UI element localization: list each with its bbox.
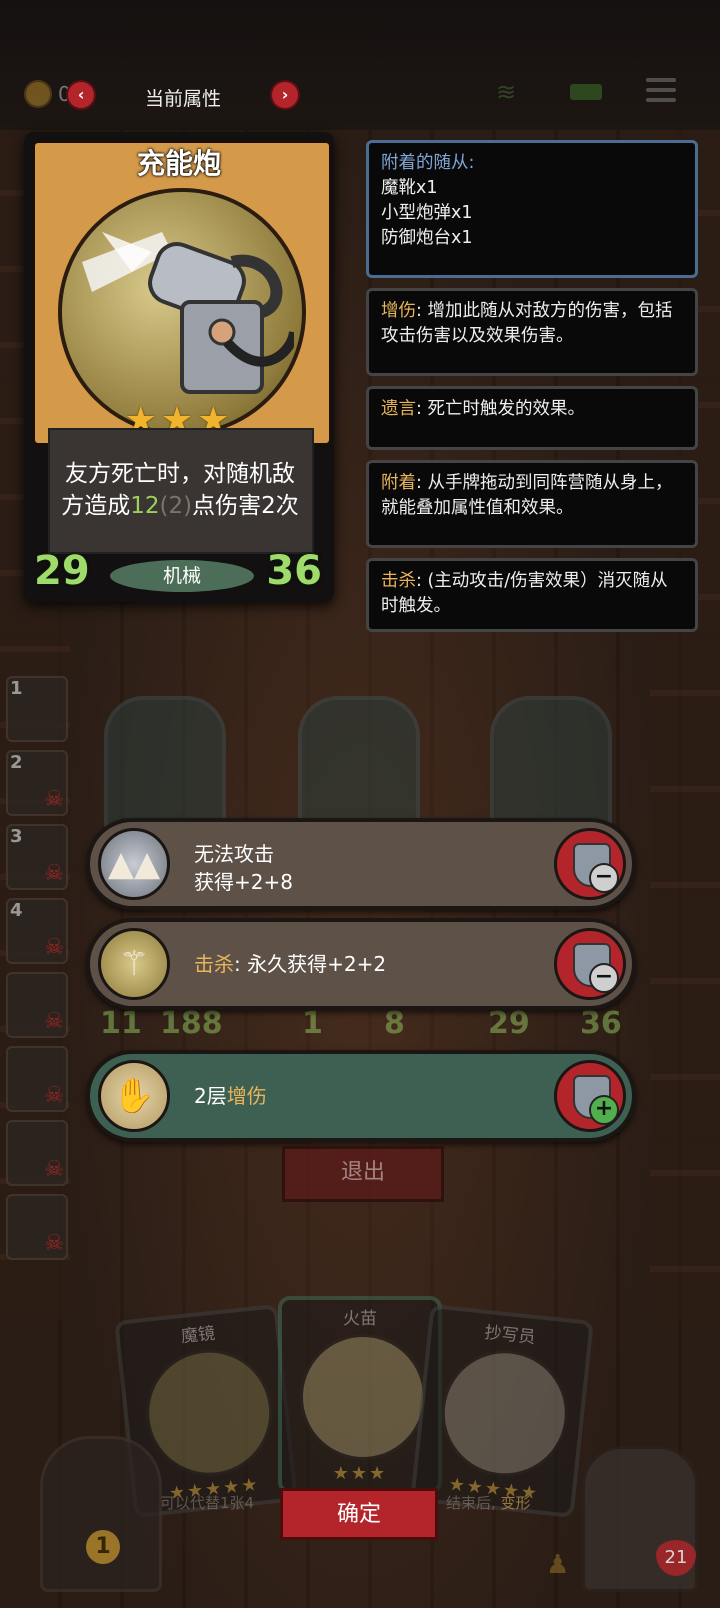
attached-item: 小型炮弹x1 [381, 203, 473, 223]
menu-icon[interactable] [646, 78, 676, 104]
keyword-panel-attach: 附着: 从手牌拖动到同阵营随从身上，就能叠加属性值和效果。 [366, 460, 698, 548]
deck-count: 1 [86, 1530, 120, 1564]
coin-icon [24, 80, 52, 108]
opponent-slot[interactable]: ☠ [6, 972, 68, 1038]
flame-hand-icon: ✋ [98, 1060, 170, 1132]
effect-text: 2层增伤 [194, 1084, 267, 1108]
skull-icon: ☠ [44, 1083, 64, 1108]
opponent-slot[interactable]: 3 ☠ [6, 824, 68, 890]
opponent-slot[interactable]: 2 ☠ [6, 750, 68, 816]
prev-button[interactable]: ‹ [68, 82, 94, 108]
effect-row: ⚚ 击杀: 永久获得+2+2 − [86, 918, 636, 1010]
add-effect-button[interactable]: + [554, 1060, 626, 1132]
effect-text: 击杀: 永久获得+2+2 [194, 952, 387, 976]
spikes-icon: ▲▲ [98, 828, 170, 900]
board-minion [104, 696, 226, 834]
remove-effect-button[interactable]: − [554, 928, 626, 1000]
skull-icon: ☠ [44, 787, 64, 812]
hand-card-note: 可以代替1张4 [160, 1494, 255, 1512]
board-stat: 1 [302, 1006, 323, 1041]
effect-row: ✋ 2层增伤 + [86, 1050, 636, 1142]
effect-text: 无法攻击 获得+2+8 [194, 842, 293, 894]
board-stat: 188 [160, 1006, 223, 1041]
hand-card-note: 结束后, 变形 [446, 1494, 531, 1512]
attached-item: 魔靴x1 [381, 178, 438, 198]
unit-card: 充能炮 ★★★ 友方死亡时，对随机敌方造成12(2)点伤害2次 29 机械 36 [24, 132, 334, 602]
attached-title: 附着的随从: [381, 153, 475, 173]
card-art [435, 1344, 575, 1483]
opponent-slot[interactable]: ☠ [6, 1120, 68, 1186]
skull-icon: ☠ [44, 1009, 64, 1034]
board-stat: 29 [488, 1006, 530, 1041]
skull-icon: ☠ [44, 935, 64, 960]
confirm-button[interactable]: 确定 [280, 1488, 438, 1540]
opponent-slot[interactable]: 1 [6, 676, 68, 742]
card-description: 友方死亡时，对随机敌方造成12(2)点伤害2次 [61, 461, 299, 519]
effect-row: ▲▲ 无法攻击 获得+2+8 − [86, 818, 636, 910]
board-stat: 8 [384, 1006, 405, 1041]
skull-icon: ☠ [44, 1157, 64, 1182]
card-art [139, 1343, 279, 1482]
exit-button[interactable]: 退出 [282, 1146, 444, 1202]
tribe-badge: 机械 [110, 560, 254, 592]
card-name: 充能炮 [136, 147, 221, 180]
minus-icon: − [589, 963, 619, 993]
top-bar: 0 ‹ 当前属性 › ≋ [0, 0, 720, 130]
board-minion [298, 696, 420, 834]
board-minion [490, 696, 612, 834]
opponent-slot[interactable]: ☠ [6, 1046, 68, 1112]
scythe-icon: ⚚ [98, 928, 170, 1000]
battery-icon [570, 84, 602, 100]
skull-icon: ☠ [44, 1231, 64, 1256]
bell-icon[interactable]: ♟ [546, 1550, 569, 1580]
keyword-panel-deathrattle: 遗言: 死亡时触发的效果。 [366, 386, 698, 450]
attack-value: 29 [34, 548, 90, 594]
opponent-slot[interactable]: 4 ☠ [6, 898, 68, 964]
board-stat: 11 [100, 1006, 142, 1041]
keyword-panel-damage-boost: 增伤: 增加此随从对敌方的伤害，包括攻击伤害以及效果伤害。 [366, 288, 698, 376]
minus-icon: − [589, 863, 619, 893]
page-title: 当前属性 [144, 88, 221, 110]
deck[interactable] [40, 1436, 162, 1592]
card-art [300, 1334, 426, 1460]
hand-card[interactable]: 抄写员 ★★★★★ [410, 1303, 594, 1519]
skull-icon: ☠ [44, 861, 64, 886]
keyword-panel-kill: 击杀: (主动攻击/伤害效果）消灭随从时触发。 [366, 558, 698, 632]
attached-item: 防御炮台x1 [381, 228, 473, 248]
attached-minions-panel: 附着的随从: 魔靴x1 小型炮弹x1 防御炮台x1 [366, 140, 698, 278]
wifi-icon: ≋ [496, 78, 517, 106]
remove-effect-button[interactable]: − [554, 828, 626, 900]
board-stat: 36 [580, 1006, 622, 1041]
opponent-slot[interactable]: ☠ [6, 1194, 68, 1260]
next-button[interactable]: › [272, 82, 298, 108]
health-value: 36 [266, 548, 322, 594]
cannon-art [58, 188, 306, 436]
plus-icon: + [589, 1095, 619, 1125]
